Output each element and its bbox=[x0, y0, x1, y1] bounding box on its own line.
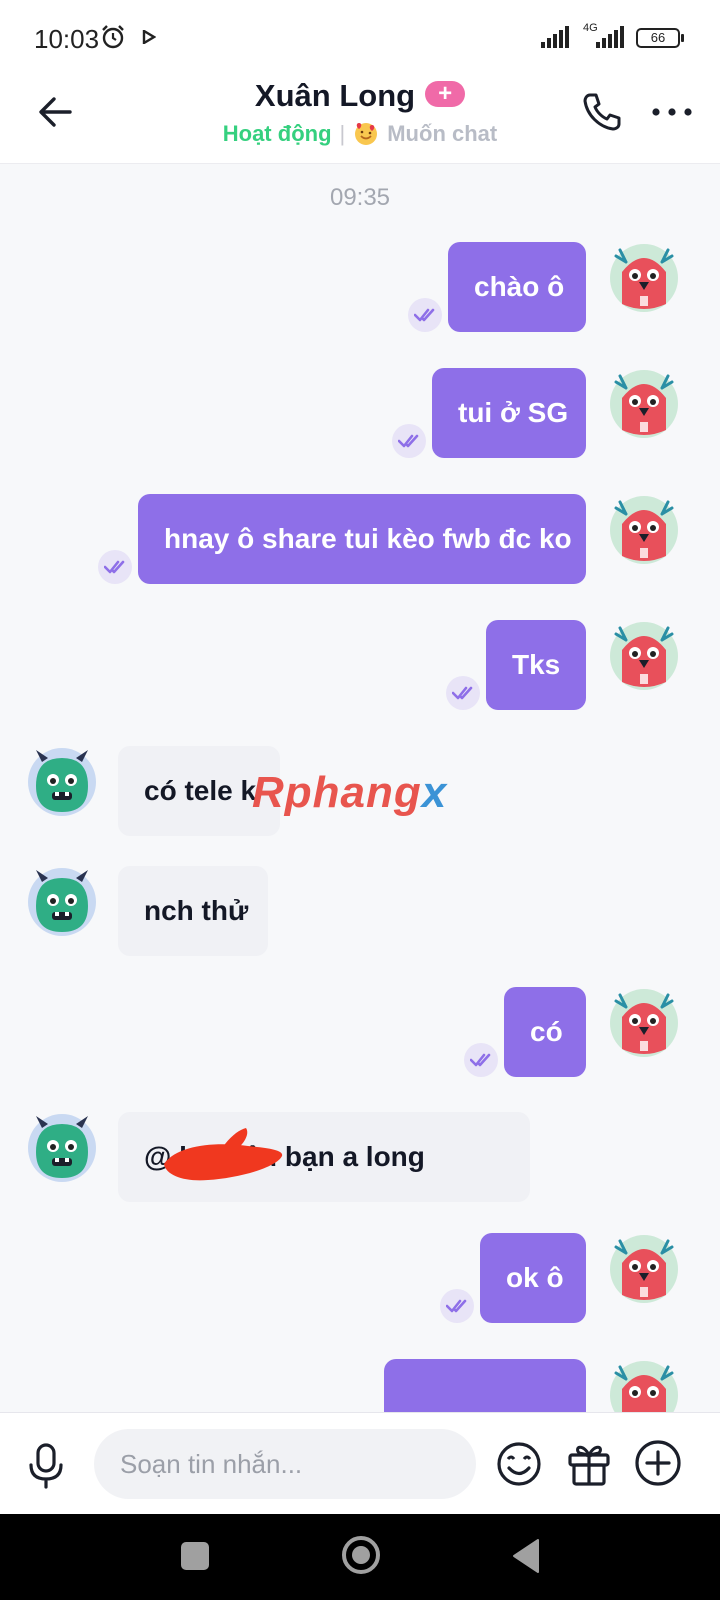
my-avatar[interactable] bbox=[608, 242, 680, 314]
signal-icon-2 bbox=[596, 26, 624, 48]
message-bubble-outgoing[interactable] bbox=[384, 1359, 586, 1412]
double-check-icon bbox=[446, 676, 480, 710]
system-nav-bar bbox=[0, 1514, 720, 1600]
compose-bar bbox=[0, 1412, 720, 1514]
heart-face-icon bbox=[355, 123, 378, 145]
add-button[interactable] bbox=[634, 1439, 682, 1487]
contact-avatar[interactable] bbox=[26, 1112, 98, 1184]
my-avatar[interactable] bbox=[608, 1359, 680, 1412]
gift-button[interactable] bbox=[566, 1439, 612, 1487]
status-time: 10:03 bbox=[34, 24, 100, 54]
alarm-icon bbox=[102, 25, 124, 49]
status-bar: 10:03 4G 66 bbox=[0, 0, 720, 72]
system-back-button[interactable] bbox=[510, 1538, 540, 1574]
message-bubble-outgoing[interactable]: có bbox=[504, 987, 586, 1077]
more-options-button[interactable] bbox=[650, 102, 694, 122]
plus-badge: + bbox=[425, 81, 466, 107]
my-avatar[interactable] bbox=[608, 494, 680, 566]
message-bubble-outgoing[interactable]: tui ở SG bbox=[432, 368, 586, 458]
chat-timestamp: 09:35 bbox=[329, 184, 391, 211]
recent-apps-button[interactable] bbox=[181, 1542, 209, 1570]
my-avatar[interactable] bbox=[608, 368, 680, 440]
watermark-logo: Rphangx bbox=[252, 768, 447, 818]
battery-icon: 66 bbox=[636, 28, 684, 48]
watermark-part1: Rphang bbox=[252, 768, 422, 817]
chat-header: Xuân Long + Hoạt động | Muốn chat bbox=[0, 72, 720, 164]
my-avatar[interactable] bbox=[608, 1233, 680, 1305]
active-status: Hoạt động bbox=[222, 121, 332, 146]
signal-icon bbox=[541, 26, 569, 48]
message-bubble-outgoing[interactable]: hnay ô share tui kèo fwb đc ko bbox=[138, 494, 586, 584]
status-separator: | bbox=[339, 121, 346, 146]
emoji-button[interactable] bbox=[496, 1441, 542, 1487]
double-check-icon bbox=[98, 550, 132, 584]
message-bubble-incoming[interactable]: nch thử bbox=[118, 866, 268, 956]
contact-avatar[interactable] bbox=[26, 866, 98, 938]
want-chat-status: Muốn chat bbox=[387, 121, 498, 146]
play-icon bbox=[142, 30, 156, 44]
battery-level: 66 bbox=[650, 30, 666, 45]
double-check-icon bbox=[392, 424, 426, 458]
my-avatar[interactable] bbox=[608, 987, 680, 1059]
double-check-icon bbox=[440, 1289, 474, 1323]
home-button[interactable] bbox=[340, 1534, 382, 1576]
redaction-scribble bbox=[164, 1128, 283, 1181]
watermark-part2: x bbox=[421, 768, 448, 817]
message-bubble-outgoing[interactable]: ok ô bbox=[480, 1233, 586, 1323]
contact-name[interactable]: Xuân Long bbox=[255, 78, 415, 113]
double-check-icon bbox=[464, 1043, 498, 1077]
phone-call-button[interactable] bbox=[580, 90, 624, 134]
message-bubble-outgoing[interactable]: Tks bbox=[486, 620, 586, 710]
my-avatar[interactable] bbox=[608, 620, 680, 692]
message-input[interactable] bbox=[94, 1429, 476, 1499]
contact-avatar[interactable] bbox=[26, 746, 98, 818]
message-bubble-outgoing[interactable]: chào ô bbox=[448, 242, 586, 332]
microphone-button[interactable] bbox=[24, 1441, 68, 1489]
double-check-icon bbox=[408, 298, 442, 332]
